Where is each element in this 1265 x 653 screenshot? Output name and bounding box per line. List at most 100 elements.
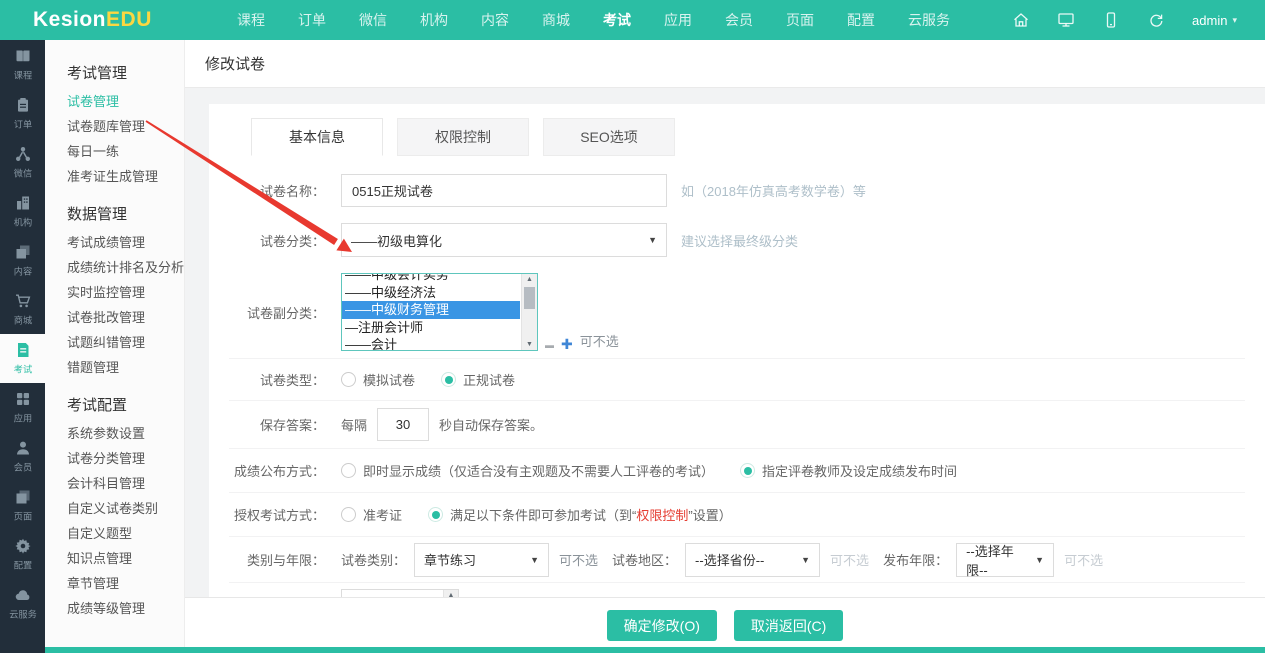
menu-item-mall[interactable]: 商城 [542, 10, 570, 30]
menu-item-courses[interactable]: 课程 [237, 10, 265, 30]
sidebar-item-paper-category[interactable]: 试卷分类管理 [67, 446, 184, 471]
scroll-down-icon[interactable]: ▼ [522, 341, 537, 348]
paper-region-select[interactable]: --选择省份-- ▼ [685, 543, 820, 577]
rail-item-orders[interactable]: 订单 [0, 89, 45, 138]
tab-permission-control[interactable]: 权限控制 [397, 118, 529, 156]
confirm-button[interactable]: 确定修改(O) [607, 610, 717, 641]
listbox-option[interactable]: ——中级经济法 [342, 284, 520, 302]
publish-year-select[interactable]: --选择年限-- ▼ [956, 543, 1054, 577]
sidebar-item-monitor-mgmt[interactable]: 实时监控管理 [67, 280, 184, 305]
subcategory-options: ——中级会计实务 ——中级经济法 ——中级财务管理 —注册会计师 ——会计 [342, 273, 537, 351]
menu-item-wechat[interactable]: 微信 [359, 10, 387, 30]
paper-type-label: 试卷类型： [229, 370, 325, 389]
paper-name-input[interactable] [341, 174, 667, 207]
row-region-list: 天津市 ▲ [229, 582, 1245, 597]
sidebar-item-system-params[interactable]: 系统参数设置 [67, 421, 184, 446]
radio-icon[interactable] [341, 463, 356, 478]
rail-item-exam[interactable]: 考试 [0, 334, 45, 383]
radio-teacher-scheduled[interactable]: 指定评卷教师及设定成绩发布时间 [740, 461, 957, 480]
rail-item-label: 云服务 [9, 606, 37, 620]
save-interval-input[interactable] [377, 408, 429, 441]
rail-item-wechat[interactable]: 微信 [0, 138, 45, 187]
sidebar-item-daily-practice[interactable]: 每日一练 [67, 139, 184, 164]
sidebar-item-grade-level[interactable]: 成绩等级管理 [67, 596, 184, 621]
edit-paper-card: 基本信息 权限控制 SEO选项 试卷名称： 如（2018年仿真高考数学卷）等 试… [209, 104, 1265, 597]
paper-type-select[interactable]: 章节练习 ▼ [414, 543, 549, 577]
sidebar-item-custom-paper-type[interactable]: 自定义试卷类别 [67, 496, 184, 521]
radio-checked-icon[interactable] [441, 372, 456, 387]
scroll-up-icon[interactable]: ▲ [444, 592, 458, 597]
menu-item-config[interactable]: 配置 [847, 10, 875, 30]
auth-mode-label: 授权考试方式： [229, 505, 325, 524]
tab-basic-info[interactable]: 基本信息 [251, 118, 383, 156]
sidebar-item-score-mgmt[interactable]: 考试成绩管理 [67, 230, 184, 255]
cancel-button[interactable]: 取消返回(C) [734, 610, 843, 641]
radio-formal-paper[interactable]: 正规试卷 [441, 370, 515, 389]
rail-item-orgs[interactable]: 机构 [0, 187, 45, 236]
sidebar-item-question-bank[interactable]: 试卷题库管理 [67, 114, 184, 139]
caret-down-icon: ▼ [801, 555, 810, 565]
radio-checked-icon[interactable] [428, 507, 443, 522]
paper-category-select[interactable]: ——初级电算化 ▼ [341, 223, 667, 257]
menu-item-cloud[interactable]: 云服务 [908, 10, 950, 30]
sidebar-item-knowledge-points[interactable]: 知识点管理 [67, 546, 184, 571]
sidebar-item-marking-mgmt[interactable]: 试卷批改管理 [67, 305, 184, 330]
menu-item-pages[interactable]: 页面 [786, 10, 814, 30]
user-menu[interactable]: admin ▾ [1192, 13, 1237, 28]
rail-item-courses[interactable]: 课程 [0, 40, 45, 89]
scrollbar-thumb[interactable] [524, 287, 535, 309]
rail-item-cloud[interactable]: 云服务 [0, 579, 45, 628]
radio-admission-ticket[interactable]: 准考证 [341, 505, 402, 524]
sidebar-item-paper-mgmt[interactable]: 试卷管理 [67, 89, 184, 114]
rail-item-mall[interactable]: 商城 [0, 285, 45, 334]
app-logo[interactable]: KesionEDU [0, 8, 185, 32]
listbox-scrollbar[interactable]: ▲ ▼ [521, 274, 537, 350]
remove-category-icon[interactable]: ▬ [545, 339, 554, 351]
rail-item-label: 订单 [13, 116, 31, 130]
home-icon[interactable] [1012, 11, 1030, 29]
sidebar-item-admission-ticket[interactable]: 准考证生成管理 [67, 164, 184, 189]
listbox-option[interactable]: ——会计 [342, 336, 520, 351]
permission-control-link[interactable]: 权限控制 [636, 508, 688, 523]
menu-item-exam[interactable]: 考试 [603, 10, 631, 30]
radio-checked-icon[interactable] [740, 463, 755, 478]
menu-item-content[interactable]: 内容 [481, 10, 509, 30]
rail-item-content[interactable]: 内容 [0, 236, 45, 285]
sidebar-item-ranking-analysis[interactable]: 成绩统计排名及分析 [67, 255, 184, 280]
sidebar-item-chapter-mgmt[interactable]: 章节管理 [67, 571, 184, 596]
rail-item-pages[interactable]: 页面 [0, 481, 45, 530]
radio-icon[interactable] [341, 372, 356, 387]
sidebar-item-error-correction[interactable]: 试题纠错管理 [67, 330, 184, 355]
rail-item-members[interactable]: 会员 [0, 432, 45, 481]
rail-item-label: 课程 [13, 67, 31, 81]
listbox-option[interactable]: ——中级会计实务 [342, 273, 520, 284]
mobile-icon[interactable] [1102, 11, 1120, 29]
radio-icon[interactable] [341, 507, 356, 522]
radio-instant-score[interactable]: 即时显示成绩（仅适合没有主观题及不需要人工评卷的考试） [341, 461, 714, 480]
radio-condition-access[interactable]: 满足以下条件即可参加考试（到“权限控制”设置） [428, 505, 732, 524]
sidebar-item-accounting-subject[interactable]: 会计科目管理 [67, 471, 184, 496]
subcategory-listbox[interactable]: ——中级会计实务 ——中级经济法 ——中级财务管理 —注册会计师 ——会计 ▲ … [341, 273, 538, 351]
organization-icon [15, 195, 31, 211]
sidebar-item-custom-question-type[interactable]: 自定义题型 [67, 521, 184, 546]
region-scrollbar[interactable]: ▲ [443, 590, 458, 597]
tab-seo-options[interactable]: SEO选项 [543, 118, 675, 156]
menu-item-apps[interactable]: 应用 [664, 10, 692, 30]
sidebar-item-wrong-questions[interactable]: 错题管理 [67, 355, 184, 380]
region-listbox[interactable]: 天津市 ▲ [341, 589, 459, 597]
refresh-icon[interactable] [1147, 11, 1165, 29]
desktop-icon[interactable] [1057, 11, 1075, 29]
scroll-up-icon[interactable]: ▲ [522, 276, 537, 283]
listbox-option[interactable]: —注册会计师 [342, 319, 520, 337]
radio-mock-paper[interactable]: 模拟试卷 [341, 370, 415, 389]
add-category-icon[interactable]: ✚ [561, 337, 573, 351]
logo-suffix: EDU [106, 8, 152, 31]
menu-item-orgs[interactable]: 机构 [420, 10, 448, 30]
rail-item-config[interactable]: 配置 [0, 530, 45, 579]
menu-item-members[interactable]: 会员 [725, 10, 753, 30]
listbox-option-selected[interactable]: ——中级财务管理 [342, 301, 520, 319]
menu-item-orders[interactable]: 订单 [298, 10, 326, 30]
caret-down-icon: ▼ [648, 235, 657, 245]
bottom-accent-bar [45, 647, 1265, 653]
rail-item-apps[interactable]: 应用 [0, 383, 45, 432]
